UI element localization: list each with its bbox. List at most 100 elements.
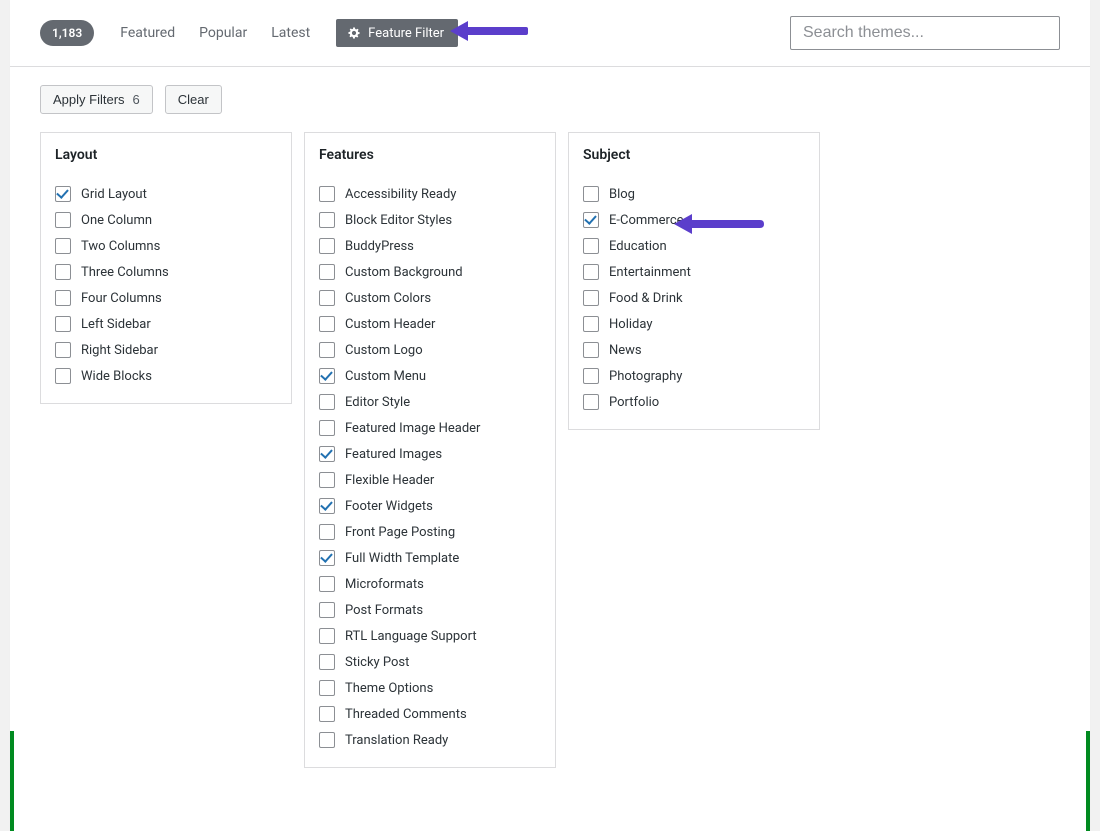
checkbox[interactable] [319, 524, 335, 540]
filter-option[interactable]: E-Commerce [583, 207, 805, 233]
checkbox[interactable] [55, 186, 71, 202]
filter-option[interactable]: Right Sidebar [55, 337, 277, 363]
filter-option[interactable]: Front Page Posting [319, 519, 541, 545]
checkbox[interactable] [319, 498, 335, 514]
filter-option[interactable]: Footer Widgets [319, 493, 541, 519]
filter-option-label: Four Columns [81, 291, 162, 306]
checkbox[interactable] [583, 264, 599, 280]
checkbox[interactable] [319, 732, 335, 748]
filter-option[interactable]: News [583, 337, 805, 363]
checkbox[interactable] [319, 316, 335, 332]
filter-option[interactable]: Threaded Comments [319, 701, 541, 727]
checkbox[interactable] [55, 368, 71, 384]
checkbox[interactable] [319, 550, 335, 566]
theme-browser: 1,183 Featured Popular Latest Feature Fi… [10, 0, 1090, 831]
checkbox[interactable] [583, 290, 599, 306]
filter-option[interactable]: Block Editor Styles [319, 207, 541, 233]
decorative-right-edge [1086, 731, 1090, 831]
tab-popular[interactable]: Popular [187, 19, 259, 47]
filter-option[interactable]: Custom Colors [319, 285, 541, 311]
filter-option[interactable]: Custom Menu [319, 363, 541, 389]
checkbox[interactable] [55, 316, 71, 332]
checkbox[interactable] [319, 290, 335, 306]
filter-option[interactable]: Editor Style [319, 389, 541, 415]
filter-option[interactable]: Custom Background [319, 259, 541, 285]
filter-option[interactable]: Grid Layout [55, 181, 277, 207]
filter-option[interactable]: Portfolio [583, 389, 805, 415]
filter-option[interactable]: Post Formats [319, 597, 541, 623]
checkbox[interactable] [319, 186, 335, 202]
filter-option-label: Three Columns [81, 265, 169, 280]
filter-option[interactable]: Four Columns [55, 285, 277, 311]
filter-option[interactable]: Sticky Post [319, 649, 541, 675]
tab-latest[interactable]: Latest [259, 19, 322, 47]
checkbox[interactable] [55, 238, 71, 254]
filter-option[interactable]: Entertainment [583, 259, 805, 285]
checkbox[interactable] [583, 394, 599, 410]
checkbox[interactable] [319, 706, 335, 722]
filter-option-label: Custom Background [345, 265, 463, 280]
clear-filters-button[interactable]: Clear [165, 85, 222, 114]
filter-option[interactable]: Featured Images [319, 441, 541, 467]
filter-option[interactable]: Theme Options [319, 675, 541, 701]
filter-option-label: Flexible Header [345, 473, 434, 488]
decorative-left-edge [10, 731, 14, 831]
filter-option[interactable]: Three Columns [55, 259, 277, 285]
checkbox[interactable] [55, 290, 71, 306]
checkbox[interactable] [583, 212, 599, 228]
filter-option[interactable]: Flexible Header [319, 467, 541, 493]
checkbox[interactable] [319, 212, 335, 228]
panel-features-list: Accessibility ReadyBlock Editor StylesBu… [305, 171, 555, 767]
apply-filters-button[interactable]: Apply Filters 6 [40, 85, 153, 114]
panel-subject-list: Blog E-Commerce EducationEntertainmentFood… [569, 171, 819, 429]
filter-option[interactable]: One Column [55, 207, 277, 233]
filter-option-label: Custom Colors [345, 291, 431, 306]
filter-option[interactable]: Education [583, 233, 805, 259]
checkbox[interactable] [583, 186, 599, 202]
filter-option[interactable]: Food & Drink [583, 285, 805, 311]
filter-option[interactable]: Accessibility Ready [319, 181, 541, 207]
apply-filters-label: Apply Filters [53, 92, 125, 107]
checkbox[interactable] [319, 576, 335, 592]
filter-option[interactable]: Blog [583, 181, 805, 207]
checkbox[interactable] [319, 602, 335, 618]
filter-option-label: Blog [609, 187, 635, 202]
checkbox[interactable] [55, 212, 71, 228]
checkbox[interactable] [319, 420, 335, 436]
gear-icon [346, 25, 362, 41]
checkbox[interactable] [319, 238, 335, 254]
checkbox[interactable] [319, 368, 335, 384]
checkbox[interactable] [319, 472, 335, 488]
checkbox[interactable] [319, 654, 335, 670]
checkbox[interactable] [583, 316, 599, 332]
filter-option[interactable]: Microformats [319, 571, 541, 597]
search-input[interactable] [790, 16, 1060, 50]
filter-option-label: E-Commerce [609, 213, 684, 228]
checkbox[interactable] [319, 628, 335, 644]
feature-filter-label: Feature Filter [368, 26, 444, 41]
feature-filter-button[interactable]: Feature Filter [336, 19, 458, 47]
filter-option[interactable]: Left Sidebar [55, 311, 277, 337]
checkbox[interactable] [319, 680, 335, 696]
checkbox[interactable] [319, 394, 335, 410]
checkbox[interactable] [55, 342, 71, 358]
filter-option[interactable]: Featured Image Header [319, 415, 541, 441]
checkbox[interactable] [583, 238, 599, 254]
filter-option[interactable]: BuddyPress [319, 233, 541, 259]
checkbox[interactable] [55, 264, 71, 280]
filter-option[interactable]: Full Width Template [319, 545, 541, 571]
filter-option[interactable]: Custom Logo [319, 337, 541, 363]
filter-option[interactable]: Photography [583, 363, 805, 389]
filter-option[interactable]: Wide Blocks [55, 363, 277, 389]
checkbox[interactable] [583, 368, 599, 384]
checkbox[interactable] [583, 342, 599, 358]
filter-option[interactable]: Translation Ready [319, 727, 541, 753]
filter-option[interactable]: RTL Language Support [319, 623, 541, 649]
checkbox[interactable] [319, 342, 335, 358]
checkbox[interactable] [319, 264, 335, 280]
filter-option[interactable]: Holiday [583, 311, 805, 337]
filter-option[interactable]: Two Columns [55, 233, 277, 259]
filter-option[interactable]: Custom Header [319, 311, 541, 337]
checkbox[interactable] [319, 446, 335, 462]
tab-featured[interactable]: Featured [108, 19, 187, 47]
